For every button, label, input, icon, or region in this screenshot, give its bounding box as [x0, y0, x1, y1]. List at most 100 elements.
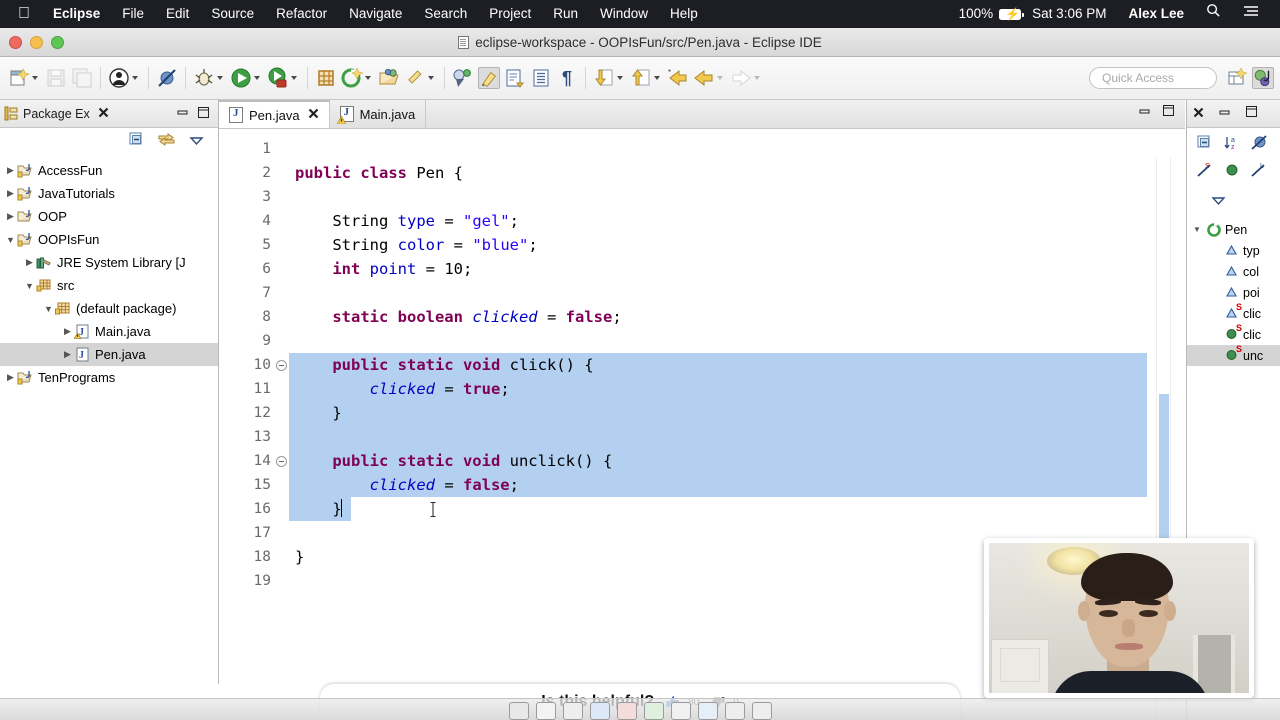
menu-item-window[interactable]: Window	[589, 0, 659, 28]
new-java-class-dropdown[interactable]	[365, 76, 371, 80]
tree-item[interactable]: ▼ OOPIsFun	[0, 228, 218, 251]
minimize-icon[interactable]	[176, 107, 189, 121]
editor-tab-pen-java[interactable]: Pen.java	[219, 100, 330, 128]
hide-fields-icon[interactable]	[1251, 135, 1268, 152]
code-line[interactable]	[289, 329, 1185, 353]
outline-expand-arrow[interactable]: ▼	[1193, 225, 1207, 234]
code-line[interactable]: static boolean clicked = false;	[289, 305, 1185, 329]
close-icon[interactable]	[308, 108, 319, 122]
show-whitespace-button[interactable]	[528, 63, 554, 93]
tree-item[interactable]: ▼ (default package)	[0, 297, 218, 320]
java-perspective-icon[interactable]	[1252, 67, 1274, 89]
last-edit-location-button[interactable]: *	[665, 63, 691, 93]
outline-item[interactable]: typ	[1187, 240, 1280, 261]
outline-item[interactable]: Sclic	[1187, 323, 1280, 345]
debug-button[interactable]	[191, 63, 228, 93]
tree-item[interactable]: ▶ J Pen.java	[0, 343, 218, 366]
code-line[interactable]	[289, 185, 1185, 209]
forward-dropdown[interactable]	[754, 76, 760, 80]
code-line[interactable]	[289, 281, 1185, 305]
menu-item-help[interactable]: Help	[659, 0, 709, 28]
tree-expand-arrow[interactable]: ▶	[4, 372, 17, 383]
dock-icon-preview[interactable]	[589, 702, 610, 720]
folding-bar[interactable]	[275, 129, 289, 720]
new-java-package-button[interactable]	[313, 63, 339, 93]
tree-item[interactable]: ▶ JRE System Library [J	[0, 251, 218, 274]
menu-item-edit[interactable]: Edit	[155, 0, 200, 28]
code-line[interactable]: clicked = false;	[289, 473, 1147, 497]
tree-item[interactable]: ▶ TenPrograms	[0, 366, 218, 389]
tree-item[interactable]: ▶ JavaTutorials	[0, 182, 218, 205]
close-icon[interactable]	[1193, 105, 1204, 123]
code-line[interactable]: String type = "gel";	[289, 209, 1185, 233]
clock[interactable]: Sat 3:06 PM	[1021, 0, 1117, 28]
next-annotation-button[interactable]	[591, 63, 628, 93]
tree-expand-arrow[interactable]: ▶	[61, 349, 74, 360]
menu-item-file[interactable]: File	[111, 0, 155, 28]
code-line[interactable]	[289, 137, 1185, 161]
apple-logo-icon[interactable]: 	[10, 1, 42, 27]
tree-item[interactable]: ▶ J Main.java	[0, 320, 218, 343]
outline-item[interactable]: col	[1187, 261, 1280, 282]
menu-item-search[interactable]: Search	[413, 0, 478, 28]
menu-item-refactor[interactable]: Refactor	[265, 0, 338, 28]
dock-icon-launchpad[interactable]	[535, 702, 556, 720]
previous-annotation-dropdown[interactable]	[654, 76, 660, 80]
battery-icon[interactable]: ⚡	[999, 7, 1025, 20]
code-line[interactable]: String color = "blue";	[289, 233, 1185, 257]
tree-expand-arrow[interactable]: ▶	[4, 211, 17, 222]
dock-icon-tree[interactable]	[643, 702, 664, 720]
code-line[interactable]: clicked = true;	[289, 377, 1147, 401]
save-all-button[interactable]	[69, 63, 95, 93]
back-dropdown[interactable]	[717, 76, 723, 80]
back-button[interactable]	[691, 63, 728, 93]
open-perspective-icon[interactable]	[1227, 67, 1249, 89]
coverage-button[interactable]	[265, 63, 302, 93]
user-name[interactable]: Alex Lee	[1117, 0, 1195, 28]
next-annotation-dropdown[interactable]	[617, 76, 623, 80]
outline-item[interactable]: Sunc	[1187, 344, 1280, 366]
close-icon[interactable]	[98, 107, 109, 121]
menu-item-navigate[interactable]: Navigate	[338, 0, 413, 28]
run-button[interactable]	[228, 63, 265, 93]
maximize-icon[interactable]	[1162, 104, 1175, 122]
tree-expand-arrow[interactable]: ▼	[42, 304, 55, 314]
debug-dropdown[interactable]	[217, 76, 223, 80]
hide-local-types-icon[interactable]: L	[1251, 162, 1268, 179]
maximize-icon[interactable]	[197, 106, 210, 122]
menu-item-source[interactable]: Source	[200, 0, 265, 28]
collapse-all-icon[interactable]	[129, 132, 144, 152]
dock-icon-notes[interactable]	[562, 702, 583, 720]
run-dropdown[interactable]	[254, 76, 260, 80]
package-explorer-tab-label[interactable]: Package Ex	[23, 107, 90, 121]
menu-item-run[interactable]: Run	[542, 0, 589, 28]
collapse-all-icon[interactable]	[1197, 135, 1214, 152]
link-with-editor-icon[interactable]	[158, 132, 175, 152]
outline-item[interactable]: ▼ Pen	[1187, 219, 1280, 240]
new-wizard-dropdown[interactable]	[32, 76, 38, 80]
fold-collapse-icon[interactable]	[276, 360, 287, 371]
tree-expand-arrow[interactable]: ▶	[61, 326, 74, 337]
toggle-markoccurrences-button[interactable]	[476, 63, 502, 93]
menu-item-eclipse[interactable]: Eclipse	[42, 0, 111, 28]
save-button[interactable]	[43, 63, 69, 93]
dock-icon-app[interactable]	[724, 702, 745, 720]
dock-icon-app2[interactable]	[751, 702, 772, 720]
outline-item[interactable]: Sclic	[1187, 302, 1280, 324]
minimize-icon[interactable]	[1218, 105, 1231, 123]
outline-item[interactable]: poi	[1187, 282, 1280, 303]
forward-button[interactable]	[728, 63, 765, 93]
dock-icon-finder[interactable]	[508, 702, 529, 720]
tree-item[interactable]: ▶ AccessFun	[0, 159, 218, 182]
coverage-dropdown[interactable]	[291, 76, 297, 80]
link-editor-button[interactable]	[450, 63, 476, 93]
quick-access-input[interactable]: Quick Access	[1089, 67, 1217, 89]
view-menu-icon[interactable]	[189, 133, 204, 151]
maximize-icon[interactable]	[1245, 105, 1258, 123]
tree-item[interactable]: ▼ src	[0, 274, 218, 297]
editor-tab-main-java[interactable]: Main.java	[330, 100, 427, 128]
control-center-icon[interactable]	[1232, 0, 1270, 28]
code-line[interactable]: }	[289, 497, 1185, 521]
view-menu-icon[interactable]	[1197, 189, 1226, 213]
new-java-class-button[interactable]	[339, 63, 376, 93]
